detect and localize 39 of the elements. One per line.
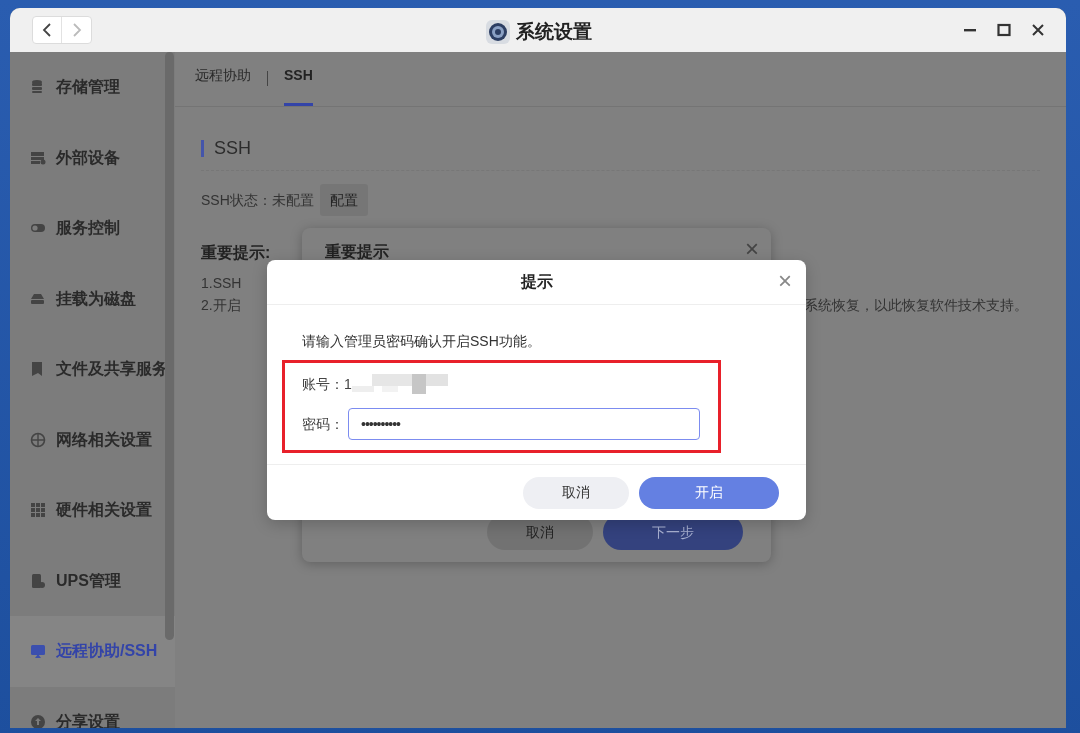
sidebar-item[interactable]: 挂载为磁盘 (10, 263, 175, 334)
configure-button[interactable]: 配置 (319, 184, 368, 216)
back-icon (42, 23, 52, 37)
globe-icon (30, 431, 46, 448)
sidebar-item[interactable]: 文件及共享服务 (10, 334, 175, 405)
grid-icon (30, 502, 46, 519)
sidebar-item[interactable]: 外部设备 (10, 122, 175, 193)
sidebar-item[interactable]: 网络相关设置 (10, 404, 175, 475)
tab[interactable]: 远程协助 (195, 65, 251, 106)
password-label: 密码： (302, 414, 345, 434)
note-line: 1.SSH (201, 275, 242, 291)
ssh-status-label: SSH状态：未配置 (201, 190, 314, 210)
dialog-message: 请输入管理员密码确认开启SSH功能。 (302, 332, 542, 351)
sidebar-item[interactable]: 远程协助/SSH (10, 616, 175, 687)
dialog-title: 提示 (520, 272, 553, 292)
forward-icon (71, 23, 82, 37)
heading-bar (201, 140, 204, 157)
sidebar-item[interactable]: 存储管理 (10, 52, 175, 123)
cancel-button[interactable]: 取消 (523, 476, 629, 509)
tab[interactable]: SSH (284, 65, 313, 106)
device-icon (30, 149, 46, 166)
password-field[interactable]: •••••••••• (348, 408, 700, 440)
enable-button[interactable]: 开启 (639, 476, 779, 509)
close-button[interactable]: × (778, 268, 792, 294)
notes-title: 重要提示: (201, 244, 271, 261)
window-title: 系统设置 (516, 20, 592, 44)
monitor-icon (30, 643, 46, 660)
maximize-icon (997, 23, 1011, 37)
note-line: 2.开启 (201, 296, 241, 315)
sidebar-item[interactable]: UPS管理 (10, 545, 175, 616)
dialog-title: 重要提示 (325, 242, 389, 262)
note-line: 系统恢复，以此恢复软件技术支持。 (804, 296, 1028, 315)
close-icon (1031, 23, 1045, 37)
sidebar-item[interactable]: 硬件相关设置 (10, 475, 175, 546)
close-button[interactable]: × (745, 236, 759, 262)
account-label: 账号： (302, 374, 344, 394)
app-icon (486, 20, 510, 45)
section-title: SSH (214, 137, 251, 160)
account-value: 1 (344, 374, 352, 394)
